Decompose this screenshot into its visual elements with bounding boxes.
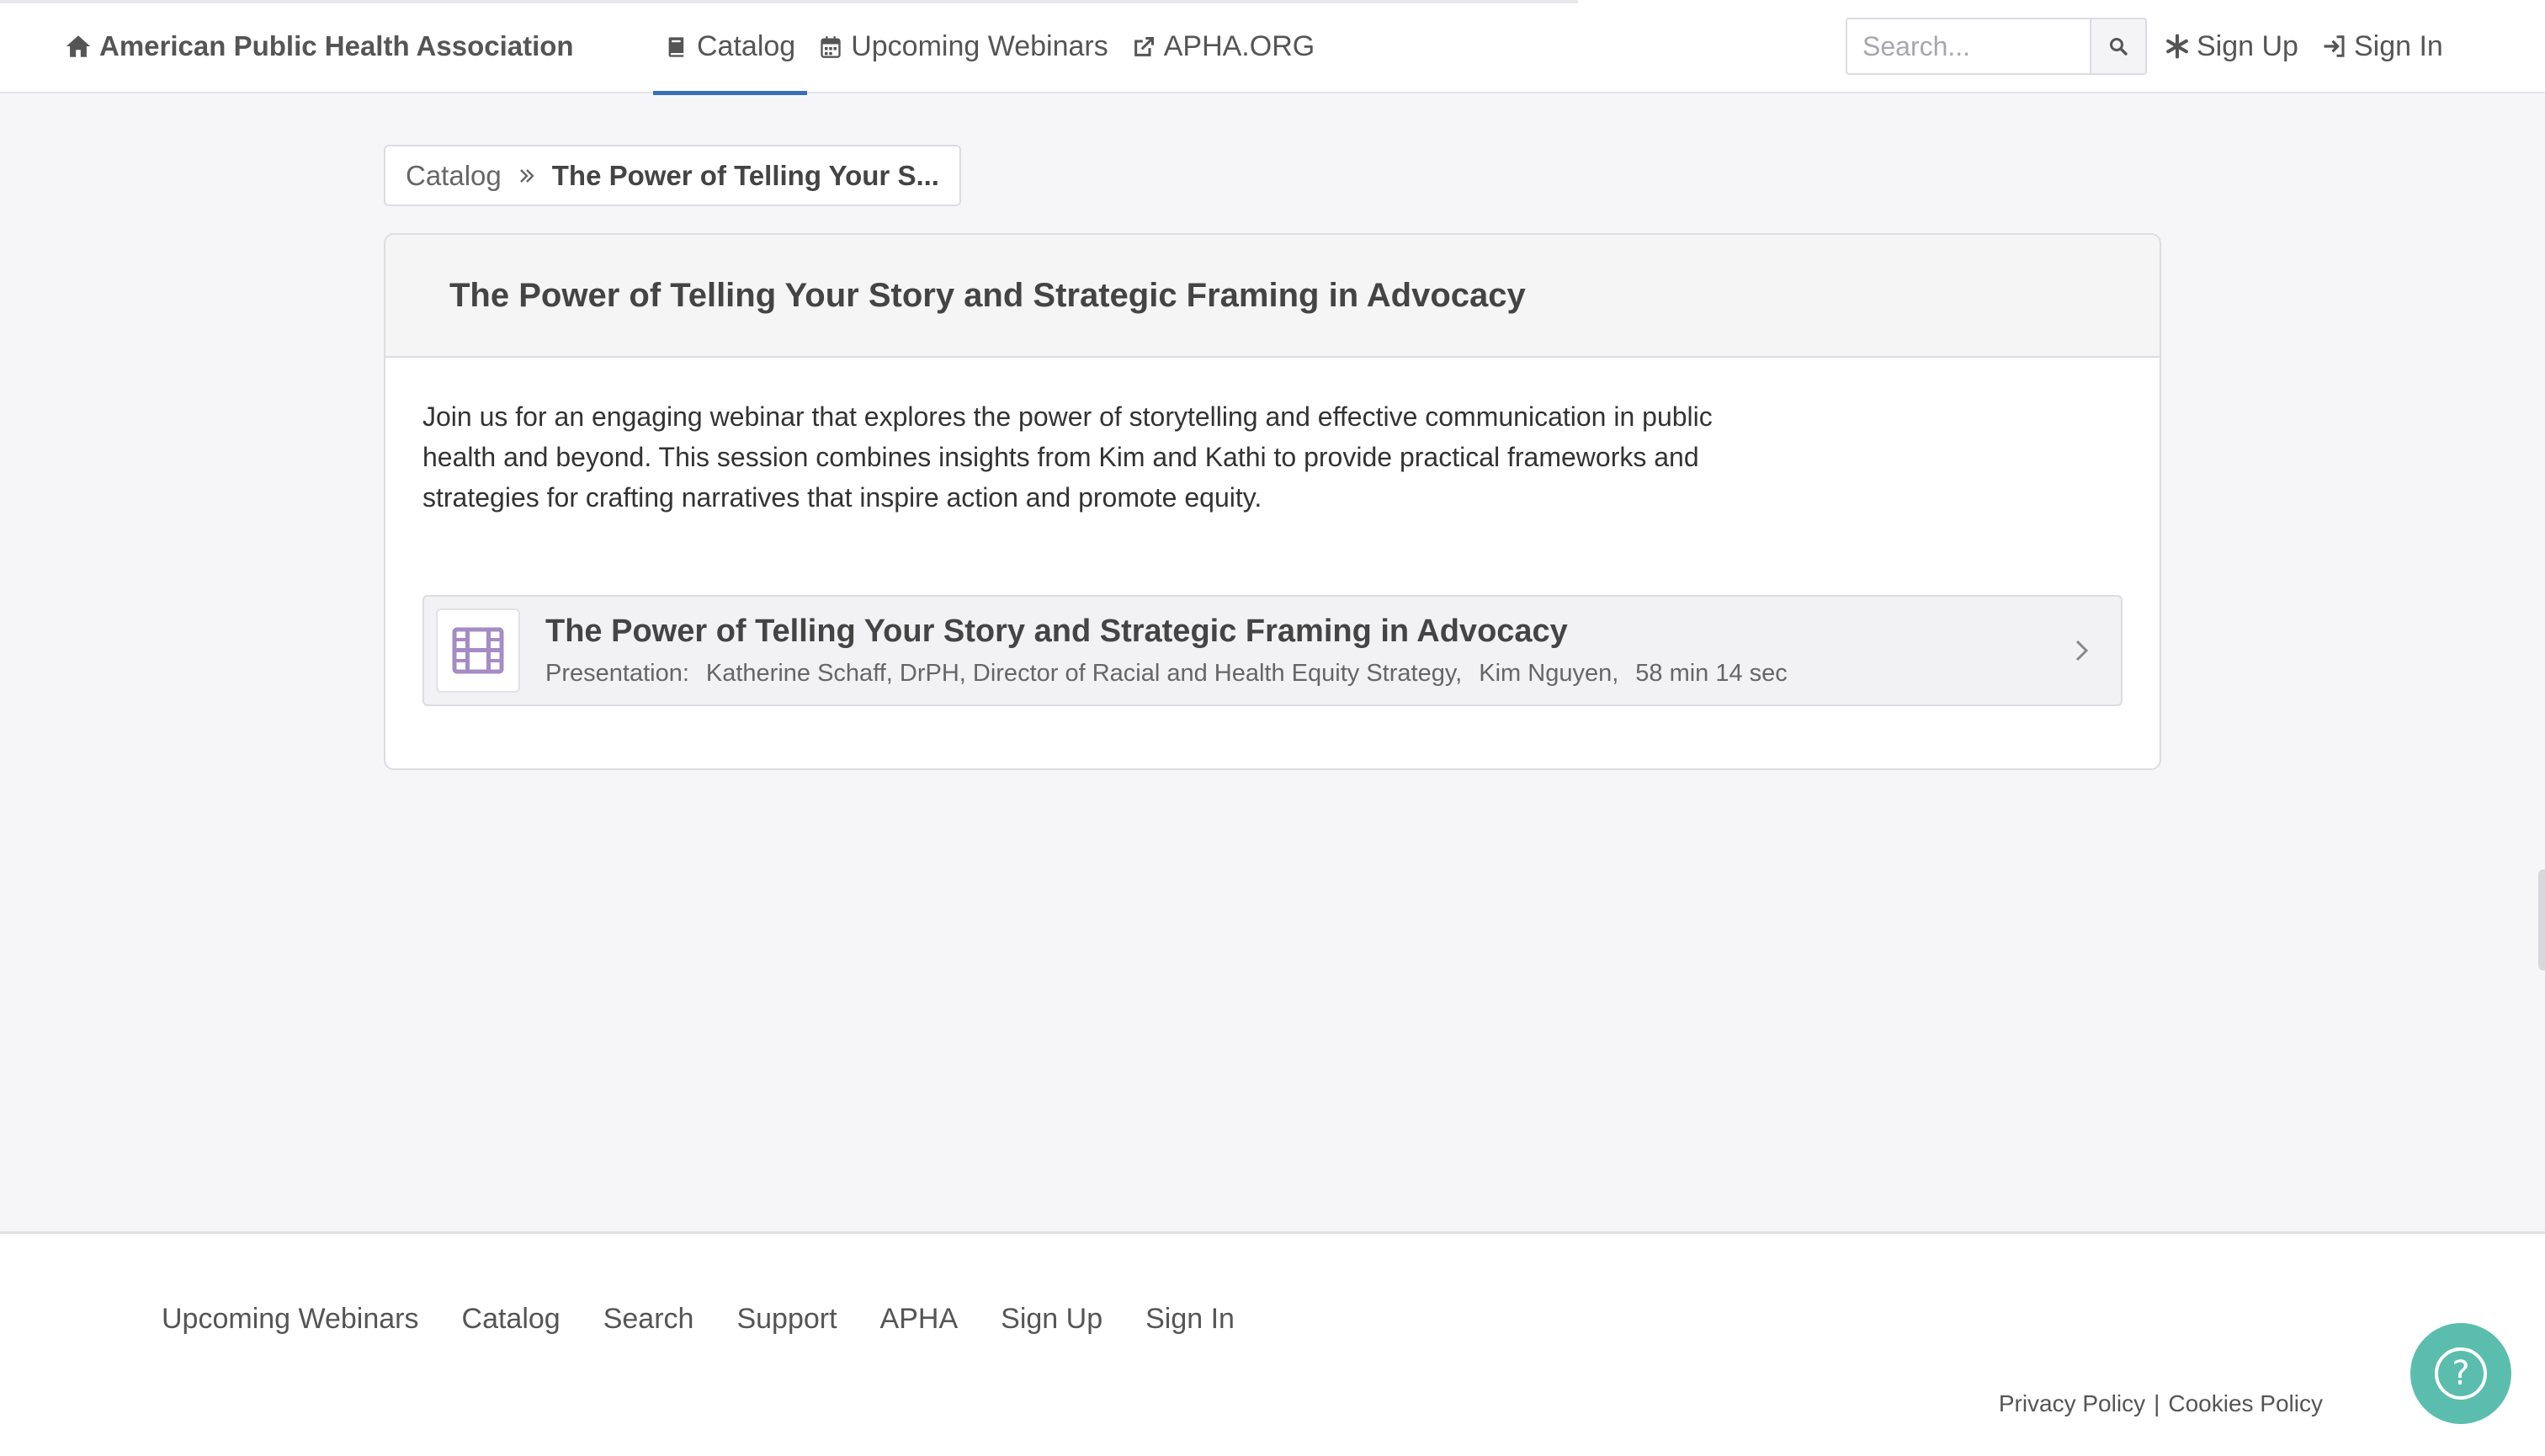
content-item-duration: 58 min 14 sec — [1635, 660, 1788, 687]
course-card: The Power of Telling Your Story and Stra… — [384, 233, 2161, 770]
search-button[interactable] — [2090, 18, 2147, 75]
cookies-policy-link[interactable]: Cookies Policy — [2168, 1390, 2323, 1417]
content-item-title: The Power of Telling Your Story and Stra… — [545, 614, 1568, 649]
nav-catalog[interactable]: Catalog — [653, 0, 808, 95]
sign-in-icon — [2324, 35, 2345, 57]
calendar-icon — [821, 35, 841, 58]
breadcrumb-catalog-link[interactable]: Catalog — [406, 160, 502, 192]
side-feedback-tab[interactable] — [2538, 869, 2545, 970]
search-input[interactable] — [1846, 18, 2090, 75]
course-description: Join us for an engaging webinar that exp… — [422, 401, 1713, 513]
sign-in-label: Sign In — [2353, 29, 2443, 62]
breadcrumb-current: The Power of Telling Your S... — [551, 159, 939, 191]
asterisk-icon — [2166, 34, 2188, 59]
nav-apha-org[interactable]: APHA.ORG — [1120, 0, 1326, 93]
legal-separator: | — [2154, 1390, 2160, 1416]
footer-link-apha[interactable]: APHA — [880, 1303, 959, 1336]
chevron-right-icon — [2075, 640, 2089, 662]
nav-upcoming-webinars-label: Upcoming Webinars — [851, 30, 1108, 62]
sign-in-link[interactable]: Sign In — [2310, 18, 2455, 75]
legal-links: Privacy Policy | Cookies Policy — [1999, 1390, 2323, 1417]
brand-home-link[interactable]: American Public Health Association — [64, 25, 574, 67]
sign-up-label: Sign Up — [2197, 29, 2298, 62]
course-body: Join us for an engaging webinar that exp… — [385, 358, 2160, 706]
breadcrumb: Catalog The Power of Telling Your S... — [384, 145, 961, 206]
film-icon — [452, 627, 504, 674]
question-circle-icon: ? — [2435, 1347, 2487, 1400]
help-button[interactable]: ? — [2410, 1323, 2511, 1424]
footer-link-support[interactable]: Support — [736, 1303, 837, 1336]
nav-apha-org-label: APHA.ORG — [1163, 30, 1315, 62]
nav-upcoming-webinars[interactable]: Upcoming Webinars — [807, 0, 1120, 93]
sign-up-link[interactable]: Sign Up — [2153, 18, 2310, 75]
content-item-info: The Power of Telling Your Story and Stra… — [545, 614, 1804, 688]
content-item-thumbnail — [436, 608, 520, 693]
footer-links: Upcoming Webinars Catalog Search Support… — [162, 1303, 1278, 1336]
footer-link-sign-up[interactable]: Sign Up — [1001, 1303, 1102, 1336]
content-item-speaker: Kim Nguyen, — [1479, 660, 1619, 687]
book-icon — [668, 36, 684, 57]
content-item-presentation[interactable]: The Power of Telling Your Story and Stra… — [422, 595, 2123, 706]
home-icon — [66, 35, 91, 57]
search-box — [1846, 18, 2147, 75]
content-item-type: Presentation: — [545, 660, 689, 687]
footer-link-catalog[interactable]: Catalog — [462, 1303, 561, 1336]
auth-links: Sign Up Sign In — [2153, 18, 2455, 75]
content-item-meta: Presentation: Katherine Schaff, DrPH, Di… — [545, 660, 1804, 688]
footer-link-search[interactable]: Search — [603, 1303, 694, 1336]
external-link-icon — [1134, 36, 1154, 56]
course-title: The Power of Telling Your Story and Stra… — [449, 276, 1526, 314]
footer-link-upcoming-webinars[interactable]: Upcoming Webinars — [162, 1303, 419, 1336]
nav-catalog-label: Catalog — [697, 30, 796, 62]
footer: Upcoming Webinars Catalog Search Support… — [0, 1231, 2545, 1456]
footer-link-sign-in[interactable]: Sign In — [1145, 1303, 1235, 1336]
double-chevron-right-icon — [519, 168, 534, 183]
brand-name: American Public Health Association — [99, 30, 574, 61]
privacy-policy-link[interactable]: Privacy Policy — [1999, 1390, 2145, 1417]
search-icon — [2110, 38, 2128, 56]
content-item-speaker: Katherine Schaff, DrPH, Director of Raci… — [705, 660, 1463, 687]
course-header: The Power of Telling Your Story and Stra… — [385, 235, 2160, 358]
top-navbar: American Public Health Association Catal… — [0, 0, 2545, 95]
help-button-glyph: ? — [2452, 1354, 2470, 1393]
main-nav: Catalog Upcoming Webinars APHA.ORG — [653, 0, 1326, 95]
